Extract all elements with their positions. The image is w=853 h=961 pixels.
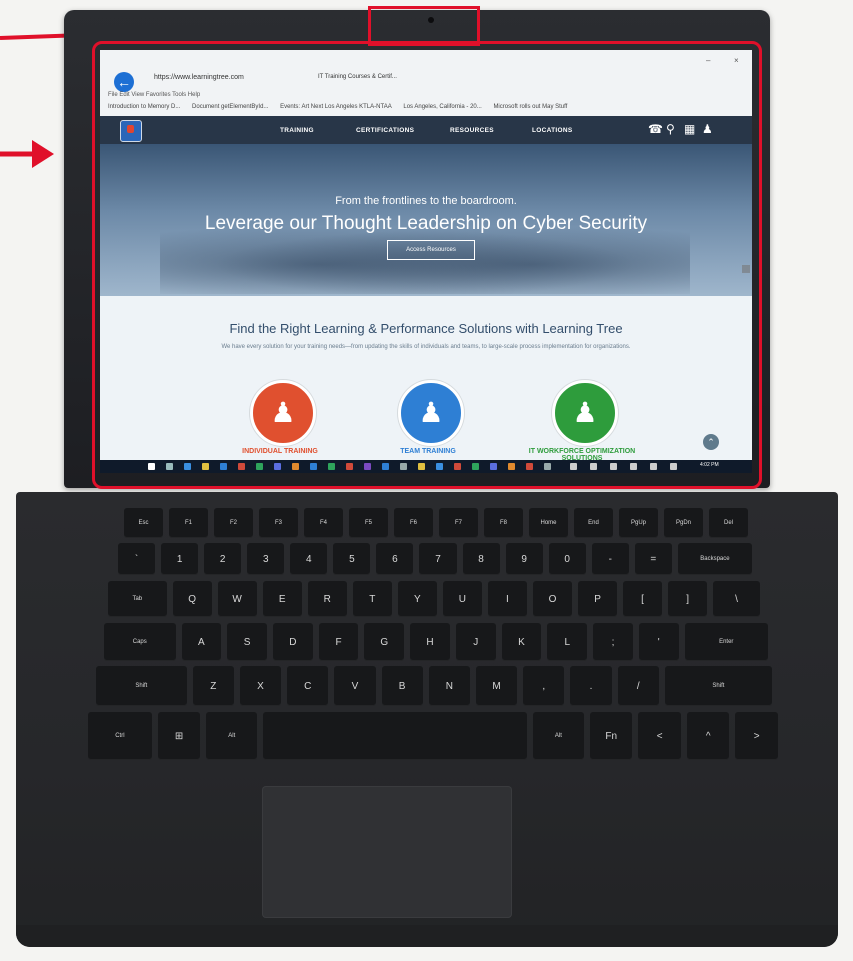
key-h[interactable]: H	[410, 623, 450, 661]
key--[interactable]: ;	[593, 623, 633, 661]
key--[interactable]: .	[570, 666, 612, 706]
key-e[interactable]: E	[262, 581, 302, 617]
key-m[interactable]: M	[475, 666, 518, 706]
key-5[interactable]: 5	[333, 543, 371, 575]
key--[interactable]: =	[634, 543, 672, 575]
key-d[interactable]: D	[272, 623, 313, 661]
key-space[interactable]	[263, 712, 527, 760]
key-f3[interactable]: F3	[259, 508, 298, 538]
key-caps[interactable]: Caps	[104, 623, 176, 661]
key-fn[interactable]: Fn	[589, 712, 633, 760]
key-f2[interactable]: F2	[214, 508, 253, 538]
key-end[interactable]: End	[574, 508, 613, 538]
key-y[interactable]: Y	[397, 581, 437, 617]
trackpad[interactable]	[262, 786, 512, 918]
key-f6[interactable]: F6	[394, 508, 433, 538]
key-2[interactable]: 2	[204, 543, 242, 575]
key-7[interactable]: 7	[419, 543, 457, 575]
key-1[interactable]: 1	[161, 543, 199, 575]
key-backspace[interactable]: Backspace	[677, 543, 752, 575]
key-3[interactable]: 3	[247, 543, 285, 575]
key--[interactable]: '	[638, 623, 679, 661]
key-v[interactable]: V	[334, 666, 376, 706]
key-f5[interactable]: F5	[349, 508, 388, 538]
screen-highlight-box	[92, 41, 762, 489]
key-r[interactable]: R	[307, 581, 347, 617]
key-8[interactable]: 8	[462, 543, 500, 575]
key-pgup[interactable]: PgUp	[619, 508, 658, 538]
camera-highlight-box	[368, 6, 480, 46]
windows-key-icon[interactable]: ⊞	[157, 712, 201, 760]
key-g[interactable]: G	[364, 623, 405, 661]
key-ctrl[interactable]: Ctrl	[88, 712, 152, 760]
key--[interactable]: ^	[686, 712, 730, 760]
keyboard-edge	[16, 925, 838, 947]
key--[interactable]: ,	[523, 666, 565, 706]
key-f[interactable]: F	[318, 623, 359, 661]
key-alt[interactable]: Alt	[532, 712, 584, 760]
key-alt[interactable]: Alt	[206, 712, 258, 760]
key-shift[interactable]: Shift	[664, 666, 772, 706]
key-enter[interactable]: Enter	[684, 623, 768, 661]
key-pgdn[interactable]: PgDn	[664, 508, 703, 538]
key-f4[interactable]: F4	[304, 508, 343, 538]
key-f7[interactable]: F7	[439, 508, 478, 538]
key--[interactable]: <	[638, 712, 681, 760]
key-f8[interactable]: F8	[484, 508, 523, 538]
key-s[interactable]: S	[227, 623, 267, 661]
key--[interactable]: ]	[668, 581, 708, 617]
key--[interactable]: >	[735, 712, 778, 760]
key-u[interactable]: U	[442, 581, 482, 617]
key-tab[interactable]: Tab	[108, 581, 167, 617]
key-n[interactable]: N	[428, 666, 470, 706]
key-a[interactable]: A	[181, 623, 222, 661]
key-z[interactable]: Z	[192, 666, 234, 706]
key-b[interactable]: B	[381, 666, 423, 706]
key-home[interactable]: Home	[529, 508, 568, 538]
key--[interactable]: `	[118, 543, 156, 575]
key-t[interactable]: T	[352, 581, 392, 617]
key-4[interactable]: 4	[290, 543, 328, 575]
key-o[interactable]: O	[532, 581, 572, 617]
key--[interactable]: [	[623, 581, 663, 617]
key-0[interactable]: 0	[548, 543, 586, 575]
key-w[interactable]: W	[217, 581, 257, 617]
arrow-to-screen	[0, 140, 54, 168]
key--[interactable]: \	[713, 581, 760, 617]
key-q[interactable]: Q	[172, 581, 212, 617]
key-f1[interactable]: F1	[169, 508, 208, 538]
key-p[interactable]: P	[578, 581, 618, 617]
key--[interactable]: /	[617, 666, 659, 706]
key-esc[interactable]: Esc	[124, 508, 163, 538]
key-x[interactable]: X	[239, 666, 282, 706]
key-6[interactable]: 6	[376, 543, 414, 575]
key-9[interactable]: 9	[505, 543, 543, 575]
key-j[interactable]: J	[455, 623, 496, 661]
key-i[interactable]: I	[487, 581, 527, 617]
key-shift[interactable]: Shift	[96, 666, 187, 706]
key-l[interactable]: L	[547, 623, 588, 661]
key-k[interactable]: K	[501, 623, 542, 661]
key-c[interactable]: C	[287, 666, 329, 706]
key--[interactable]: -	[591, 543, 629, 575]
key-del[interactable]: Del	[709, 508, 748, 538]
